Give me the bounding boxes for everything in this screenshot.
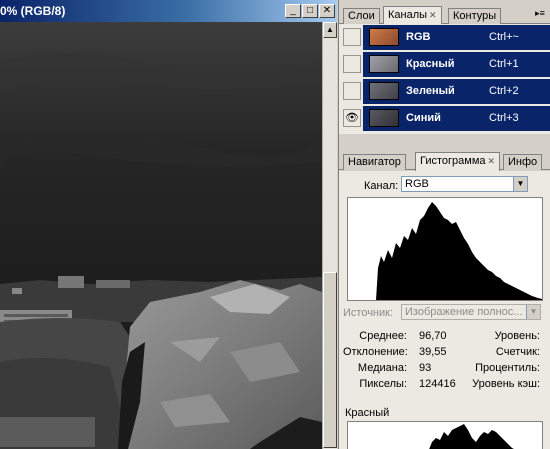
stat-stddev-value: 39,55 [419,346,447,358]
channel-selection: RGB Ctrl+~ [363,25,550,50]
layers-palette-tabbar: Слои Каналы ✕ Контуры ▸≡ [339,4,550,25]
histogram-plot [348,202,542,300]
visibility-toggle[interactable] [343,28,361,46]
channel-selection: Синий Ctrl+3 [363,106,550,131]
tab-navigator[interactable]: Навигатор [343,154,406,170]
eye-icon[interactable]: 👁 [343,109,361,127]
vertical-scrollbar[interactable]: ▲ [322,22,337,449]
channel-thumbnail [369,28,399,46]
histogram-palette-tabbar: Навигатор Гистограмма ✕ Инфо [339,150,550,171]
stat-stddev-label: Отклонение: [343,346,408,358]
stat-median-label: Медиана: [357,362,407,374]
channel-thumbnail [369,82,399,100]
close-button[interactable]: ✕ [319,4,335,18]
document-window: 0% (RGB/8) _ □ ✕ ▲ [0,0,337,449]
source-label: Источник: [343,307,394,319]
tab-paths[interactable]: Контуры [448,8,502,24]
histogram-graph [347,197,543,301]
chevron-down-icon[interactable]: ▼ [513,177,527,191]
tab-info[interactable]: Инфо [503,154,543,170]
document-titlebar[interactable]: 0% (RGB/8) _ □ ✕ [0,0,337,22]
stat-percentile-label: Процентиль: [475,362,540,374]
channel-name: RGB [406,31,431,43]
tab-layers[interactable]: Слои [343,8,380,24]
channels-list: RGB Ctrl+~ Красный Ctrl+1 Зеленый Ctrl+2… [339,24,550,134]
minimize-button[interactable]: _ [285,4,301,18]
close-tab-icon[interactable]: ✕ [429,10,437,20]
maximize-button[interactable]: □ [302,4,318,18]
histogram-palette: Навигатор Гистограмма ✕ Инфо Канал: RGB ▼… [339,150,550,449]
close-tab-icon[interactable]: ✕ [488,156,496,166]
channel-shortcut: Ctrl+~ [489,31,519,43]
channel-shortcut: Ctrl+3 [489,112,519,124]
channel-thumbnail [369,109,399,127]
channel-thumbnail [369,55,399,73]
stat-count-label: Счетчик: [495,346,540,358]
channel-row-green[interactable]: Зеленый Ctrl+2 [339,78,550,105]
chevron-down-icon[interactable]: ▼ [526,305,540,319]
channel-row-rgb[interactable]: RGB Ctrl+~ [339,24,550,51]
stat-pixels-label: Пикселы: [359,378,407,390]
visibility-toggle[interactable] [343,82,361,100]
channel-row-blue[interactable]: 👁 Синий Ctrl+3 [339,105,550,132]
channel-row-red[interactable]: Красный Ctrl+1 [339,51,550,78]
visibility-toggle[interactable] [343,55,361,73]
channel-label: Канал: [364,180,399,192]
scroll-thumb[interactable] [323,272,337,448]
stat-median-value: 93 [419,362,432,374]
stat-cache-level-label: Уровень кэш: [472,378,540,390]
photo-image [0,22,322,449]
histogram-body: Канал: RGB ▼ Источник: Изображение полно… [339,171,550,449]
palette-menu-icon[interactable]: ▸≡ [533,8,547,20]
channel-dropdown[interactable]: RGB ▼ [401,176,528,192]
stat-mean-value: 96,70 [419,330,447,342]
red-histogram-plot [429,424,514,449]
channel-name: Красный [406,58,455,70]
sub-histogram-label: Красный [345,407,390,419]
source-dropdown[interactable]: Изображение полнос... ▼ [401,304,541,320]
image-canvas[interactable] [0,22,322,449]
source-dropdown-value: Изображение полнос... [405,306,523,318]
red-histogram-graph [347,421,543,449]
channel-shortcut: Ctrl+1 [489,58,519,70]
tab-histogram[interactable]: Гистограмма ✕ [415,152,501,171]
palettes-panel: Слои Каналы ✕ Контуры ▸≡ RGB Ctrl+~ Красн… [338,0,550,449]
document-title: 0% (RGB/8) [0,4,66,18]
channel-shortcut: Ctrl+2 [489,85,519,97]
channel-dropdown-value: RGB [405,178,429,190]
channel-selection: Красный Ctrl+1 [363,52,550,77]
stat-mean-label: Среднее: [359,330,407,342]
tab-channels[interactable]: Каналы ✕ [383,6,442,25]
stat-level-label: Уровень: [494,330,540,342]
channel-selection: Зеленый Ctrl+2 [363,79,550,104]
scroll-up-icon[interactable]: ▲ [323,22,337,38]
channel-name: Синий [406,112,441,124]
channel-name: Зеленый [406,85,455,97]
